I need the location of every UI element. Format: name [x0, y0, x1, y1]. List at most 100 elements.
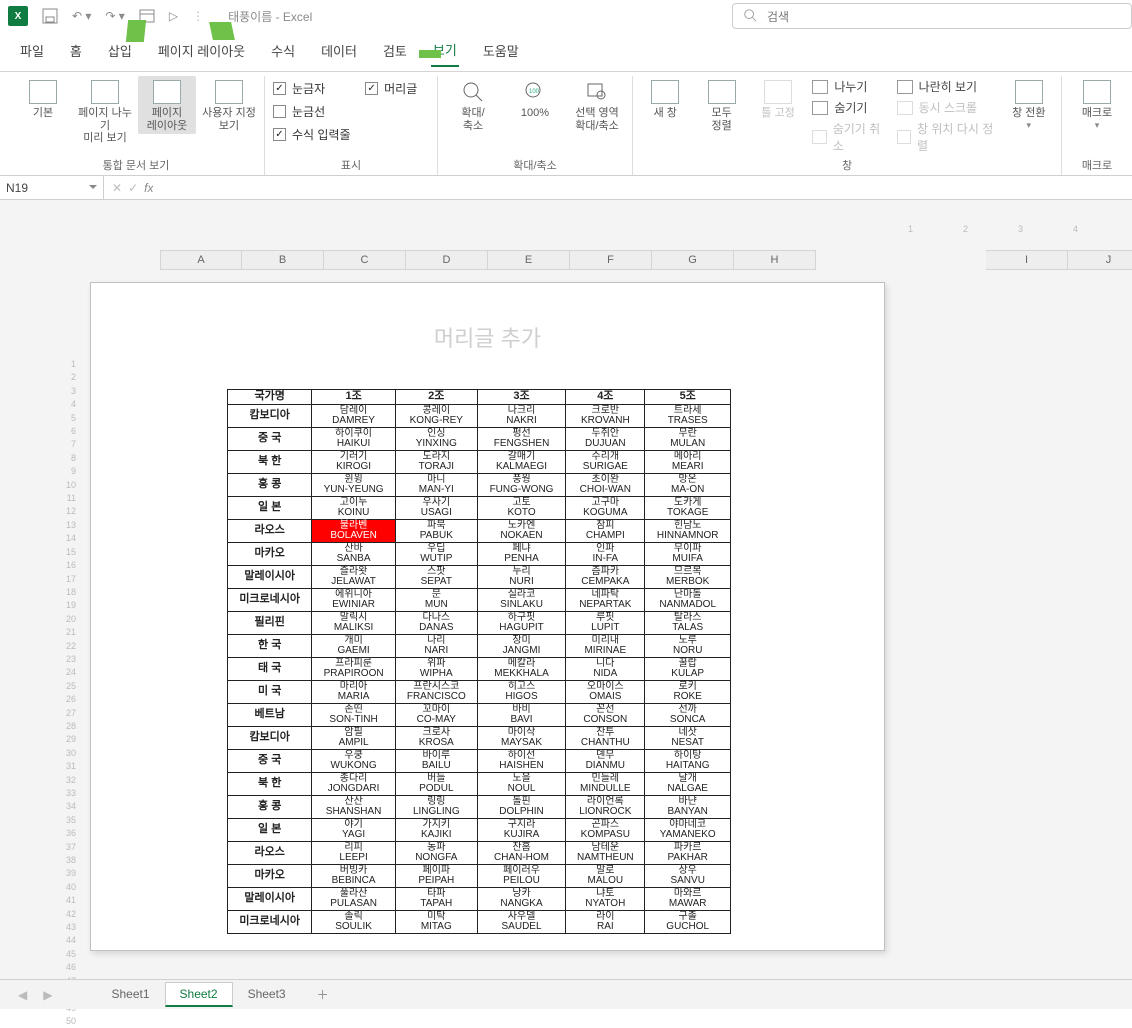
- arrange-all-button[interactable]: 모두 정렬: [695, 76, 747, 134]
- sheet-tab[interactable]: Sheet3: [233, 982, 301, 1007]
- data-cell: 인싱YINXING: [395, 427, 477, 450]
- zoom-button[interactable]: 확대/ 축소: [444, 76, 502, 134]
- data-cell: 바이루BAILU: [395, 749, 477, 772]
- side-by-side-button[interactable]: 나란히 보기: [897, 78, 995, 95]
- data-cell: 네파탁NEPARTAK: [566, 588, 645, 611]
- tab-file[interactable]: 파일: [18, 39, 46, 66]
- add-sheet-button[interactable]: ＋: [305, 982, 341, 1007]
- row-headers[interactable]: 1234567891011121314151617181920212223242…: [52, 358, 76, 1028]
- tab-help[interactable]: 도움말: [481, 39, 521, 66]
- custom-views-button[interactable]: 사용자 지정 보기: [200, 76, 258, 134]
- column-header[interactable]: J: [1068, 250, 1132, 270]
- pagebreak-preview-button[interactable]: 페이지 나누기 미리 보기: [76, 76, 134, 147]
- tab-review[interactable]: 검토: [381, 39, 409, 66]
- data-cell: 불라벤BOLAVEN: [312, 519, 395, 542]
- unhide-icon: [812, 130, 826, 144]
- data-cell: 난마돌NANMADOL: [645, 588, 731, 611]
- header-checkbox[interactable]: ✓머리글: [365, 80, 417, 97]
- sheet-tab[interactable]: Sheet1: [96, 982, 164, 1007]
- zoom-100-button[interactable]: 100 100%: [506, 76, 564, 122]
- switch-window-button[interactable]: 창 전환▾: [1003, 76, 1055, 132]
- data-cell: 무란MULAN: [645, 427, 731, 450]
- table-row: 말레이시아즐라왓JELAWAT스팟SEPAT누리NURI츰파카CEMPAKA므르…: [228, 565, 731, 588]
- data-cell: 츰파카CEMPAKA: [566, 565, 645, 588]
- country-cell: 미 국: [228, 680, 312, 703]
- data-cell: 누리NURI: [477, 565, 565, 588]
- data-cell: 무이파MUIFA: [645, 542, 731, 565]
- data-cell: 솔릭SOULIK: [312, 910, 395, 933]
- data-cell: 버들PODUL: [395, 772, 477, 795]
- svg-text:100: 100: [529, 89, 540, 95]
- normal-view-button[interactable]: 기본: [14, 76, 72, 122]
- sheet-tab[interactable]: Sheet2: [165, 982, 233, 1007]
- column-header[interactable]: A: [160, 250, 242, 270]
- undo-icon[interactable]: ↶ ▾: [72, 9, 91, 23]
- data-cell: 꿀랍KULAP: [645, 657, 731, 680]
- data-cell: 말로MALOU: [566, 864, 645, 887]
- ruler-checkbox[interactable]: ✓눈금자: [273, 80, 325, 97]
- tab-page-layout[interactable]: 페이지 레이아웃: [156, 39, 247, 66]
- ribbon: 기본 페이지 나누기 미리 보기 페이지 레이아웃 사용자 지정 보기 통합 문…: [0, 72, 1132, 176]
- cursor-icon[interactable]: ▷: [169, 9, 178, 23]
- country-cell: 태 국: [228, 657, 312, 680]
- data-cell: 로키ROKE: [645, 680, 731, 703]
- column-header[interactable]: B: [242, 250, 324, 270]
- macros-button[interactable]: 매크로▾: [1068, 76, 1126, 132]
- formulabar-checkbox[interactable]: ✓수식 입력줄: [273, 126, 429, 143]
- table-row: 북 한종다리JONGDARI버들PODUL노을NOUL민들레MINDULLE날개…: [228, 772, 731, 795]
- tab-insert[interactable]: 삽입: [106, 39, 134, 66]
- save-icon[interactable]: [42, 8, 58, 24]
- country-cell: 일 본: [228, 818, 312, 841]
- header-placeholder[interactable]: 머리글 추가: [231, 321, 744, 353]
- tab-data[interactable]: 데이터: [319, 39, 359, 66]
- table-row: 홍 콩윈윙YUN-YEUNG마니MAN-YI풍웡FUNG-WONG초이완CHOI…: [228, 473, 731, 496]
- redo-icon[interactable]: ↷ ▾: [105, 9, 124, 23]
- qat-more-icon[interactable]: ⋮: [192, 9, 204, 23]
- column-header[interactable]: C: [324, 250, 406, 270]
- data-cell: 위파WIPHA: [395, 657, 477, 680]
- data-cell: 에위니아EWINIAR: [312, 588, 395, 611]
- page-layout-button[interactable]: 페이지 레이아웃: [138, 76, 196, 134]
- data-cell: 메아리MEARI: [645, 450, 731, 473]
- data-cell: 꼬마이CO-MAY: [395, 703, 477, 726]
- data-cell: 암필AMPIL: [312, 726, 395, 749]
- custom-views-icon: [215, 80, 243, 104]
- column-header[interactable]: G: [652, 250, 734, 270]
- data-cell: 라이RAI: [566, 910, 645, 933]
- group-label: 확대/축소: [513, 157, 557, 175]
- country-cell: 북 한: [228, 450, 312, 473]
- data-cell: 하이탕HAITANG: [645, 749, 731, 772]
- column-header[interactable]: I: [986, 250, 1068, 270]
- table-row: 베트남손띤SON-TINH꼬마이CO-MAY바비BAVI꼰선CONSON선까SO…: [228, 703, 731, 726]
- hide-button[interactable]: 숨기기: [812, 99, 884, 116]
- table-row: 캄보디아담레이DAMREY콩레이KONG-REY나크리NAKRI크로반KROVA…: [228, 404, 731, 427]
- table-row: 필리핀말릭시MALIKSI다나스DANAS하구핏HAGUPIT루핏LUPIT탈라…: [228, 611, 731, 634]
- sheet-nav-prev[interactable]: ◀: [12, 988, 33, 1002]
- column-header[interactable]: E: [488, 250, 570, 270]
- data-cell: 다나스DANAS: [395, 611, 477, 634]
- chevron-down-icon: ▾: [1095, 120, 1100, 130]
- new-window-button[interactable]: 새 창: [639, 76, 691, 122]
- column-header[interactable]: D: [406, 250, 488, 270]
- gridlines-checkbox[interactable]: 눈금선: [273, 103, 429, 120]
- tab-formulas[interactable]: 수식: [269, 39, 297, 66]
- sheet-nav-next[interactable]: ▶: [37, 988, 58, 1002]
- country-cell: 베트남: [228, 703, 312, 726]
- tab-home[interactable]: 홈: [68, 39, 84, 66]
- data-cell: 파북PABUK: [395, 519, 477, 542]
- fx-icon[interactable]: fx: [144, 181, 153, 195]
- data-cell: 프란시스코FRANCISCO: [395, 680, 477, 703]
- formula-input[interactable]: [153, 176, 1132, 199]
- split-button[interactable]: 나누기: [812, 78, 884, 95]
- name-box[interactable]: N19: [0, 176, 104, 199]
- data-cell: 냐토NYATOH: [566, 887, 645, 910]
- column-headers[interactable]: ABCDEFGH IJ: [160, 250, 1132, 270]
- column-header[interactable]: H: [734, 250, 816, 270]
- data-cell: 참피CHAMPI: [566, 519, 645, 542]
- sheet-canvas[interactable]: ABCDEFGHIJ 1234 123456789101112131415161…: [0, 200, 1132, 985]
- zoom-selection-button[interactable]: 선택 영역 확대/축소: [568, 76, 626, 134]
- column-header[interactable]: F: [570, 250, 652, 270]
- data-cell: 돌핀DOLPHIN: [477, 795, 565, 818]
- annotation-blob: [419, 50, 441, 58]
- search-input[interactable]: 검색: [732, 3, 1132, 29]
